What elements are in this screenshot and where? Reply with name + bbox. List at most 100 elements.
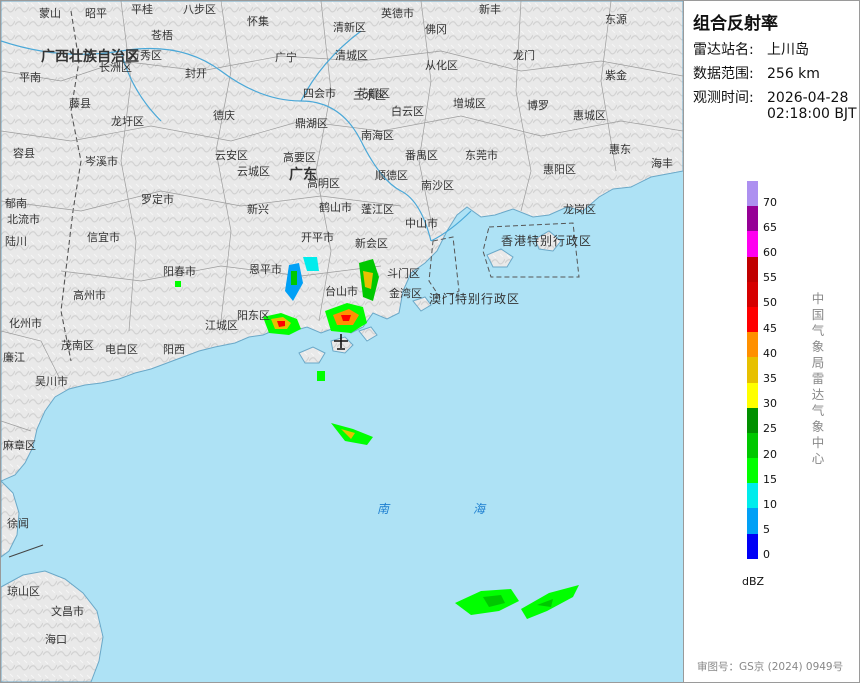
legend-tick: 65 <box>763 220 777 234</box>
place-label: 鹤山市 <box>319 200 352 214</box>
place-label: 文昌市 <box>51 604 84 618</box>
place-label: 东源 <box>605 12 627 26</box>
place-label: 化州市 <box>9 316 42 330</box>
place-label: 东莞市 <box>465 148 498 162</box>
agency-label: 中国气象局雷达气象中心 <box>811 291 825 466</box>
legend-swatch <box>747 281 758 307</box>
hongkong-label: 香港特别行政区 <box>501 233 592 248</box>
place-label: 开平市 <box>301 230 334 244</box>
radar-map[interactable]: 广西壮族自治区 广东 南 海 香港特别行政区 澳门特别行政区 蒙山 昭平 平桂 八步区… <box>1 1 684 682</box>
legend-swatch <box>747 231 758 257</box>
place-label: 广宁 <box>275 50 297 64</box>
place-label: 岑溪市 <box>85 154 118 168</box>
place-label: 南沙区 <box>421 179 454 192</box>
place-label: 博罗 <box>527 99 549 112</box>
place-label: 郁南 <box>5 196 27 210</box>
place-label: 新兴 <box>247 202 269 216</box>
legend-swatch <box>747 483 758 509</box>
place-label: 琼山区 <box>7 584 40 598</box>
place-label: 平南 <box>19 71 41 84</box>
legend-tick: 50 <box>763 296 777 310</box>
legend-swatch <box>747 332 758 358</box>
legend-tick: 55 <box>763 271 777 285</box>
echo-enping-core <box>291 271 297 285</box>
legend-swatch <box>747 407 758 433</box>
place-label: 鼎湖区 <box>295 117 328 130</box>
place-label: 长洲区 <box>99 61 132 74</box>
legend-swatch <box>747 508 758 534</box>
sea-label: 海 <box>473 502 487 516</box>
place-label: 新丰 <box>479 2 501 16</box>
place-label: 阳东区 <box>237 309 270 322</box>
place-label: 惠城区 <box>573 108 606 122</box>
place-label: 金湾区 <box>389 286 422 300</box>
sea-label: 南 <box>377 502 391 516</box>
place-label: 云城区 <box>237 165 270 178</box>
station-label: 雷达站名: <box>693 42 754 58</box>
place-label: 苍梧 <box>151 28 173 42</box>
place-label: 惠东 <box>609 142 631 156</box>
legend-swatch <box>747 206 758 232</box>
place-label: 信宜市 <box>87 230 120 244</box>
time-clock: 02:18:00 BJT <box>767 106 857 122</box>
legend-tick: 30 <box>763 397 777 411</box>
place-label: 番禺区 <box>405 149 438 162</box>
legend-tick: 0 <box>763 548 770 562</box>
station-value: 上川岛 <box>767 42 809 58</box>
place-label: 北流市 <box>7 212 40 226</box>
legend-tick: 20 <box>763 447 777 461</box>
place-label: 清城区 <box>335 49 368 62</box>
place-label: 清新区 <box>333 20 366 34</box>
legend-swatch <box>747 357 758 383</box>
place-label: 江城区 <box>205 319 238 332</box>
place-label: 徐闻 <box>7 516 29 530</box>
legend-tick: 10 <box>763 498 777 511</box>
place-label: 高要区 <box>283 150 316 164</box>
place-label: 从化区 <box>425 58 458 72</box>
echo-small-2 <box>175 281 181 287</box>
legend-swatch <box>747 306 758 333</box>
place-label: 吴川市 <box>35 374 68 388</box>
place-label: 阳春市 <box>163 264 196 278</box>
legend-tick: 45 <box>763 321 777 335</box>
time-date: 2026-04-28 <box>767 90 849 106</box>
place-label: 容县 <box>13 146 35 160</box>
legend-tick: 25 <box>763 422 777 436</box>
place-label: 麻章区 <box>3 438 36 452</box>
place-label: 云安区 <box>215 148 248 162</box>
place-label: 藤县 <box>69 97 91 110</box>
place-label: 廉江 <box>3 350 25 364</box>
legend-swatch <box>747 458 758 484</box>
legend-tick: 35 <box>763 372 777 385</box>
place-label: 恩平市 <box>249 262 282 276</box>
place-label: 中山市 <box>405 216 438 230</box>
legend-swatch <box>747 533 758 559</box>
map-approval-number: 审图号：GS京 (2024) 0949号 <box>697 661 844 673</box>
place-label: 阳西 <box>163 343 185 356</box>
place-label: 昭平 <box>85 7 107 20</box>
place-label: 怀集 <box>247 14 269 28</box>
echo-small-1 <box>317 371 325 381</box>
place-label: 英德市 <box>381 6 414 20</box>
map-canvas: 广西壮族自治区 广东 南 海 香港特别行政区 澳门特别行政区 蒙山 昭平 平桂 八步区… <box>1 1 683 682</box>
place-label: 蓬江区 <box>361 203 394 216</box>
place-label: 三水区 <box>353 89 386 102</box>
place-label: 陆川 <box>5 234 27 248</box>
time-row: 观测时间: 2026-04-28 <box>693 87 848 107</box>
macau-label: 澳门特别行政区 <box>429 291 520 306</box>
place-label: 万秀区 <box>129 49 162 62</box>
place-label: 增城区 <box>453 96 486 110</box>
legend-tick: 40 <box>763 346 777 360</box>
place-label: 海口 <box>45 632 67 646</box>
legend-tick: 70 <box>763 195 777 209</box>
range-label: 数据范围: <box>693 66 754 82</box>
place-label: 紫金 <box>605 68 627 82</box>
place-label: 平桂 <box>131 2 153 16</box>
place-label: 新会区 <box>355 236 388 250</box>
info-panel: 组合反射率 雷达站名: 上川岛 数据范围: 256 km 观测时间: 2026-04-… <box>685 1 859 682</box>
station-row: 雷达站名: 上川岛 <box>693 39 809 59</box>
legend-tick: 15 <box>763 472 777 486</box>
legend-swatch <box>747 181 758 207</box>
place-label: 德庆 <box>213 108 235 122</box>
place-label: 罗定市 <box>141 192 174 206</box>
